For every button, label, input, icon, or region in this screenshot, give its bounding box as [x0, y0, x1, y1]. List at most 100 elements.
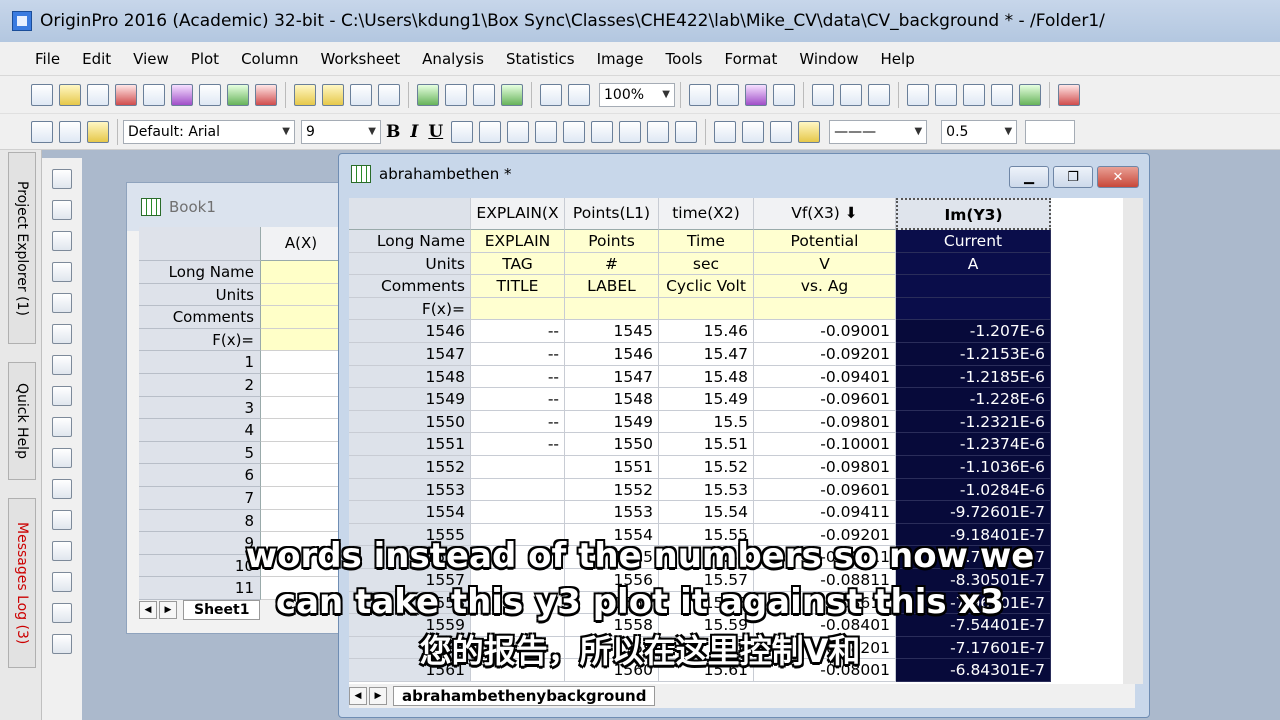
cell[interactable]: 15.58 [659, 591, 754, 615]
cell[interactable]: -0.08811 [754, 568, 896, 592]
cell[interactable]: Current [896, 230, 1051, 253]
cell[interactable]: 1553 [565, 501, 659, 524]
apps-gallery-icon[interactable] [1019, 83, 1041, 106]
row-label[interactable]: 2 [139, 373, 261, 397]
save-template-icon[interactable] [378, 83, 400, 106]
cell[interactable]: V [754, 252, 896, 276]
row-label[interactable]: 1561 [349, 659, 471, 682]
script-window-icon[interactable] [812, 83, 834, 106]
increase-font-icon[interactable] [563, 120, 586, 143]
export-icon[interactable] [745, 83, 767, 106]
import-excel-icon[interactable] [501, 83, 523, 106]
cell[interactable]: -8.30501E-7 [896, 568, 1051, 592]
results-log-icon[interactable] [935, 83, 957, 106]
cell[interactable] [754, 297, 896, 321]
cell[interactable] [261, 419, 341, 442]
open-template-icon[interactable] [322, 83, 344, 106]
cell[interactable]: -- [471, 320, 565, 343]
row-label[interactable]: Units [349, 252, 471, 276]
menu-worksheet[interactable]: Worksheet [310, 50, 412, 68]
cell[interactable]: -7.96001E-7 [896, 591, 1051, 615]
region-icon[interactable] [52, 355, 72, 375]
cell[interactable]: 15.51 [659, 433, 754, 456]
cell[interactable] [261, 441, 341, 465]
cell[interactable] [471, 659, 565, 682]
cell[interactable]: 1550 [565, 433, 659, 456]
screen-reader-icon[interactable] [52, 293, 72, 313]
cell[interactable]: Points(L1) [565, 198, 659, 230]
row-label[interactable]: 1546 [349, 320, 471, 343]
menu-plot[interactable]: Plot [180, 50, 230, 68]
cell[interactable]: Potential [754, 230, 896, 253]
cell[interactable]: EXPLAIN(X [471, 198, 565, 230]
cell[interactable] [471, 297, 565, 321]
font-color-icon[interactable] [675, 120, 698, 143]
menu-analysis[interactable]: Analysis [411, 50, 495, 68]
object-manager-icon[interactable] [963, 83, 985, 106]
row-label[interactable]: 1553 [349, 478, 471, 502]
bold-icon[interactable]: B [386, 122, 400, 142]
cell[interactable]: -0.08201 [754, 636, 896, 660]
new-folder-icon[interactable] [59, 83, 81, 106]
menu-tools[interactable]: Tools [655, 50, 714, 68]
chart-tool-icon[interactable] [52, 634, 72, 654]
zoom-combo[interactable]: 100% ▼ [599, 82, 675, 107]
row-label[interactable]: 6 [139, 464, 261, 487]
cell[interactable] [471, 455, 565, 479]
command-window-icon[interactable] [840, 83, 862, 106]
cell[interactable]: -0.10001 [754, 433, 896, 456]
cell[interactable]: 1557 [565, 591, 659, 615]
cell[interactable] [896, 297, 1051, 321]
cell[interactable]: -0.09601 [754, 478, 896, 502]
cell[interactable] [261, 577, 341, 600]
row-label[interactable]: 8 [139, 509, 261, 533]
pointer-icon[interactable] [52, 169, 72, 189]
cell[interactable]: 1559 [565, 636, 659, 660]
workbook-window[interactable]: abrahambethen * ▁ ❐ ✕ EXPLAIN(X Points(L1… [338, 153, 1150, 718]
row-label[interactable]: Comments [349, 275, 471, 298]
sheet-tab[interactable]: Sheet1 [183, 600, 261, 620]
cell[interactable]: sec [659, 252, 754, 276]
zoom-in-icon[interactable] [52, 200, 72, 220]
menu-edit[interactable]: Edit [71, 50, 122, 68]
row-label[interactable] [349, 198, 471, 230]
cell[interactable]: 15.6 [659, 636, 754, 660]
row-label[interactable]: Long Name [349, 230, 471, 253]
row-label[interactable]: F(x)= [139, 328, 261, 352]
row-label[interactable]: 11 [139, 577, 261, 600]
row-label[interactable]: Long Name [139, 261, 261, 284]
new-function-icon[interactable] [171, 83, 193, 106]
font-combo[interactable]: Default: Arial ▼ [123, 119, 295, 144]
mask-icon[interactable] [52, 386, 72, 406]
menu-window[interactable]: Window [788, 50, 869, 68]
close-button[interactable]: ✕ [1097, 166, 1139, 188]
line-color-icon[interactable] [770, 120, 793, 143]
sheet-tab[interactable]: abrahambethenybackground [393, 686, 656, 706]
cell[interactable]: -0.09801 [754, 410, 896, 434]
menu-view[interactable]: View [122, 50, 180, 68]
cell[interactable]: 15.52 [659, 455, 754, 479]
cell[interactable]: -0.09201 [754, 523, 896, 547]
cell[interactable]: 1558 [565, 614, 659, 637]
row-label[interactable]: 9 [139, 532, 261, 555]
cell[interactable]: A [896, 252, 1051, 276]
cell[interactable] [261, 554, 341, 578]
cell[interactable]: -0.09601 [754, 388, 896, 411]
italic-icon[interactable]: I [410, 122, 418, 142]
cell[interactable]: -1.2321E-6 [896, 410, 1051, 434]
cell[interactable]: 1554 [565, 523, 659, 547]
cell[interactable]: Time [659, 230, 754, 253]
cell[interactable]: -0.09001 [754, 320, 896, 343]
cut-icon[interactable] [31, 120, 53, 143]
decrease-font-icon[interactable] [591, 120, 614, 143]
cell[interactable]: time(X2) [659, 198, 754, 230]
vertical-scrollbar[interactable] [1123, 198, 1143, 684]
row-label[interactable]: 1560 [349, 636, 471, 660]
cell[interactable] [471, 501, 565, 524]
book1-window[interactable]: Book1 A(X) Long Name Units Comments F(x)= 1 2… [126, 182, 346, 634]
supersubscript-icon[interactable] [507, 120, 530, 143]
row-label[interactable]: 4 [139, 419, 261, 442]
cell[interactable]: -1.2374E-6 [896, 433, 1051, 456]
cell[interactable]: -1.228E-6 [896, 388, 1051, 411]
cell[interactable]: -- [471, 410, 565, 434]
